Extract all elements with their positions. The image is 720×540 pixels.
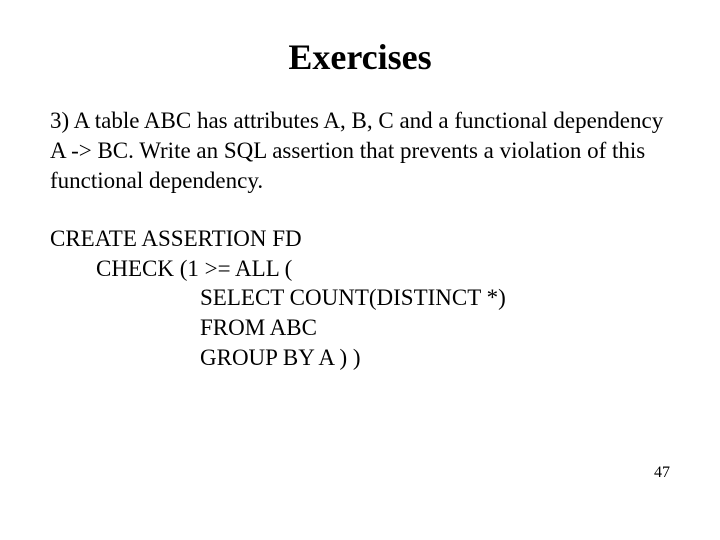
slide-container: Exercises 3) A table ABC has attributes … xyxy=(0,0,720,403)
code-line: CREATE ASSERTION FD xyxy=(50,224,670,254)
code-line: CHECK (1 >= ALL ( xyxy=(50,254,670,284)
page-number: 47 xyxy=(654,464,670,482)
code-line: GROUP BY A ) ) xyxy=(50,343,670,373)
code-line: SELECT COUNT(DISTINCT *) xyxy=(50,283,670,313)
sql-code-block: CREATE ASSERTION FD CHECK (1 >= ALL ( SE… xyxy=(50,224,670,373)
exercise-question: 3) A table ABC has attributes A, B, C an… xyxy=(50,106,670,196)
slide-title: Exercises xyxy=(50,36,670,78)
code-line: FROM ABC xyxy=(50,313,670,343)
